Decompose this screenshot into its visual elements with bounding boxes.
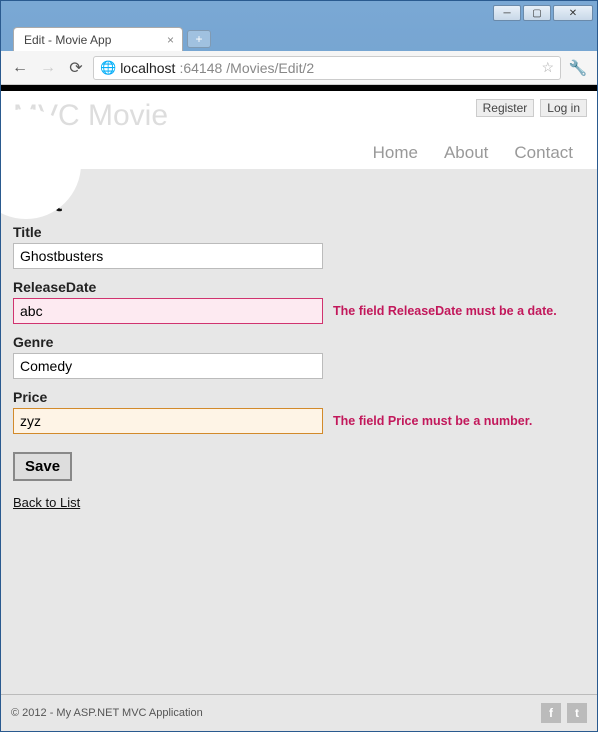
url-path: /Movies/Edit/2 bbox=[226, 60, 314, 76]
save-button[interactable]: Save bbox=[13, 452, 72, 481]
window-close-button[interactable]: ✕ bbox=[553, 5, 593, 21]
releasedate-input[interactable] bbox=[13, 298, 323, 324]
reload-button[interactable]: ⟳ bbox=[65, 57, 87, 79]
price-label: Price bbox=[13, 389, 585, 405]
price-error: The field Price must be a number. bbox=[333, 414, 532, 428]
facebook-icon[interactable]: f bbox=[541, 703, 561, 723]
url-host: localhost bbox=[120, 60, 175, 76]
new-tab-button[interactable]: + bbox=[187, 30, 211, 48]
footer-text: © 2012 - My ASP.NET MVC Application bbox=[11, 707, 203, 719]
releasedate-label: ReleaseDate bbox=[13, 279, 585, 295]
nav-about[interactable]: About bbox=[444, 143, 488, 163]
login-link[interactable]: Log in bbox=[540, 99, 587, 117]
genre-label: Genre bbox=[13, 334, 585, 350]
tab-close-icon[interactable]: × bbox=[167, 33, 174, 47]
title-label: Title bbox=[13, 224, 585, 240]
price-input[interactable] bbox=[13, 408, 323, 434]
genre-input[interactable] bbox=[13, 353, 323, 379]
bookmark-star-icon[interactable]: ☆ bbox=[541, 59, 554, 76]
twitter-icon[interactable]: t bbox=[567, 703, 587, 723]
browser-tab[interactable]: Edit - Movie App × bbox=[13, 27, 183, 51]
back-to-list-link[interactable]: Back to List bbox=[13, 495, 80, 510]
window-maximize-button[interactable]: ▢ bbox=[523, 5, 551, 21]
forward-button[interactable]: → bbox=[37, 57, 59, 79]
tab-title: Edit - Movie App bbox=[24, 33, 111, 47]
back-button[interactable]: ← bbox=[9, 57, 31, 79]
title-input[interactable] bbox=[13, 243, 323, 269]
register-link[interactable]: Register bbox=[476, 99, 535, 117]
address-bar[interactable]: 🌐 localhost:64148/Movies/Edit/2 ☆ bbox=[93, 56, 561, 80]
nav-home[interactable]: Home bbox=[373, 143, 418, 163]
releasedate-error: The field ReleaseDate must be a date. bbox=[333, 304, 557, 318]
window-minimize-button[interactable]: ─ bbox=[493, 5, 521, 21]
url-port: :64148 bbox=[179, 60, 222, 76]
settings-wrench-icon[interactable]: 🔧 bbox=[567, 57, 589, 79]
page-title: Edit bbox=[13, 187, 585, 218]
globe-icon: 🌐 bbox=[100, 60, 116, 76]
nav-contact[interactable]: Contact bbox=[514, 143, 573, 163]
